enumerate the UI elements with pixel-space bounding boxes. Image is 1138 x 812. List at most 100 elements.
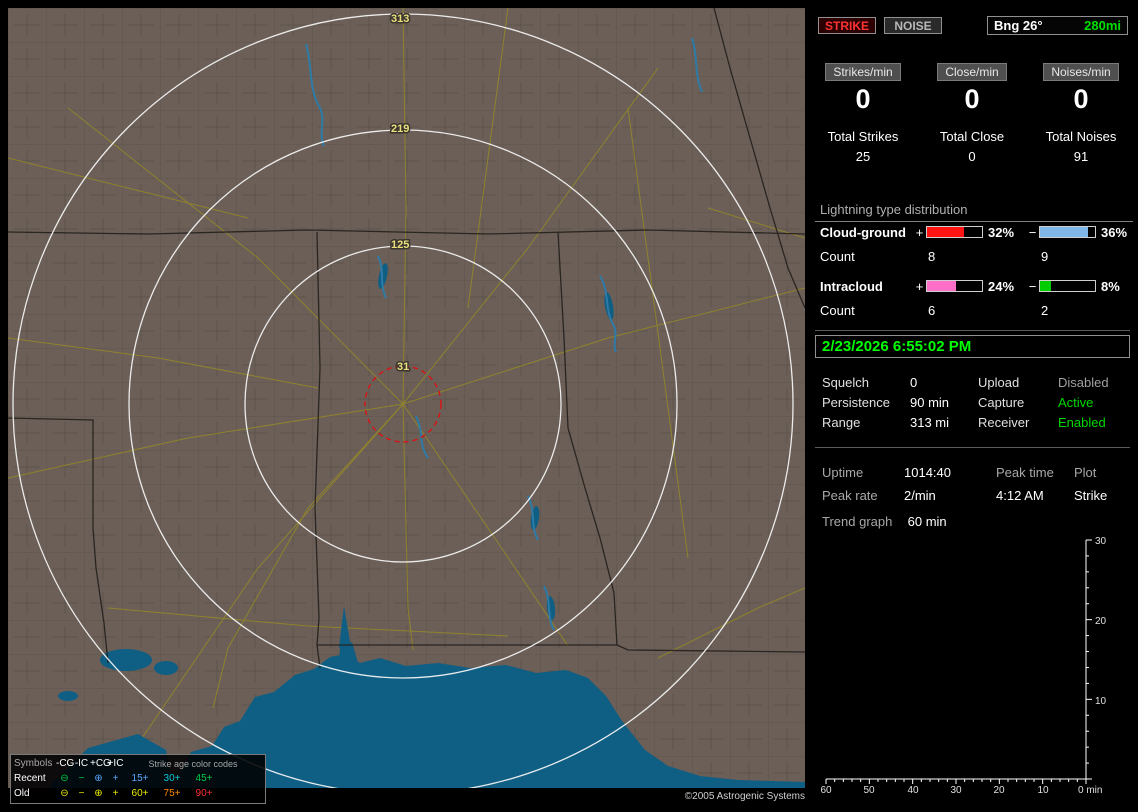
separator <box>815 447 1130 448</box>
total-noises-value: 91 <box>1073 149 1089 164</box>
capture-status: Active <box>1058 394 1094 410</box>
range-label: Range <box>822 414 861 430</box>
cg-minus-count: 9 <box>1041 248 1049 264</box>
bearing-range-display: Bng 26° 280mi <box>987 16 1128 35</box>
trend-graph-label: Trend graph <box>822 514 893 529</box>
legend-old-row: Old ⊖ − ⊕ + 60+ 75+ 90+ <box>14 786 262 801</box>
peak-time-value: 4:12 AM <box>996 488 1044 503</box>
y-tick-20: 20 <box>1095 616 1107 627</box>
receiver-label: Receiver <box>978 414 1030 430</box>
noise-toggle-button[interactable]: NOISE <box>884 17 942 34</box>
cg-plus-bar <box>926 226 983 238</box>
plus-sign: + <box>915 224 924 240</box>
minus-sign: − <box>1028 224 1037 240</box>
map-area[interactable]: 313 219 125 31 <box>8 8 805 788</box>
uptime-label: Uptime <box>822 465 864 480</box>
total-close-label: Total Close <box>939 129 1005 144</box>
cg-plus-count: 8 <box>928 248 936 264</box>
plus-sign: + <box>915 278 924 294</box>
stats-table: Uptime 1014:40 Peak time Plot Peak rate … <box>822 461 1127 507</box>
minus-sign: − <box>1028 278 1037 294</box>
trend-graph-chart: 30 20 10 60 50 40 30 20 10 0 min <box>820 536 1107 796</box>
trend-graph-value: 60 min <box>907 514 947 529</box>
intracloud-label: Intracloud <box>820 278 883 294</box>
neg-cg-old-icon: ⊖ <box>60 788 69 799</box>
noises-column: Noises/min 0 Total Noises 91 <box>1038 63 1124 164</box>
copyright-text: ©2005 Astrogenic Systems <box>684 791 805 802</box>
pos-ic-old-icon: + <box>112 788 119 799</box>
pos-cg-old-icon: ⊕ <box>94 788 103 799</box>
x-tick-40: 40 <box>907 785 919 796</box>
y-tick-30: 30 <box>1095 536 1107 547</box>
close-column: Close/min 0 Total Close 0 <box>929 63 1015 164</box>
ring-label-31: 31 <box>397 361 409 373</box>
ic-plus-bar <box>926 280 983 292</box>
squelch-value: 0 <box>910 374 918 390</box>
pos-ic-recent-icon: + <box>112 773 119 784</box>
age-45: 45+ <box>195 773 213 784</box>
intracloud-count-row: Count 6 2 <box>820 302 1128 318</box>
legend-age-header: Strike age color codes <box>148 758 238 769</box>
peak-rate-label: Peak rate <box>822 488 878 503</box>
upload-label: Upload <box>978 374 1020 390</box>
neg-ic-recent-icon: − <box>78 773 85 784</box>
ring-label-125: 125 <box>391 239 409 251</box>
x-tick-10: 10 <box>1037 785 1049 796</box>
cg-minus-pct: 36% <box>1101 224 1128 240</box>
separator <box>815 330 1130 331</box>
capture-label: Capture <box>978 394 1025 410</box>
squelch-label: Squelch <box>822 374 869 390</box>
legend-recent-row: Recent ⊖ − ⊕ + 15+ 30+ 45+ <box>14 771 262 786</box>
neg-cg-recent-icon: ⊖ <box>60 773 69 784</box>
plot-value: Strike <box>1074 488 1108 503</box>
uptime-value: 1014:40 <box>904 465 951 480</box>
cloud-ground-row: Cloud-ground + 32% − 36% <box>820 224 1128 240</box>
distribution-title: Lightning type distribution <box>815 202 1133 222</box>
x-tick-30: 30 <box>950 785 962 796</box>
receiver-status: Enabled <box>1058 414 1106 430</box>
y-tick-10: 10 <box>1095 696 1107 707</box>
pos-cg-recent-icon: ⊕ <box>94 773 103 784</box>
map-svg: 313 219 125 31 <box>8 8 805 788</box>
x-tick-60: 60 <box>820 785 832 796</box>
noises-per-min-value: 0 <box>1073 84 1089 114</box>
noises-per-min-button[interactable]: Noises/min <box>1043 63 1119 81</box>
strikes-per-min-value: 0 <box>855 84 871 114</box>
clock-display: 2/23/2026 6:55:02 PM <box>815 335 1130 358</box>
age-60: 60+ <box>131 788 149 799</box>
ic-minus-bar <box>1039 280 1096 292</box>
upload-status: Disabled <box>1058 374 1109 390</box>
x-tick-50: 50 <box>863 785 875 796</box>
legend-recent-label: Recent <box>14 773 46 784</box>
close-per-min-button[interactable]: Close/min <box>937 63 1007 81</box>
legend-old-label: Old <box>14 788 30 799</box>
ic-minus-pct: 8% <box>1101 278 1120 294</box>
ic-plus-pct: 24% <box>988 278 1015 294</box>
legend-col-neg-cg: -CG <box>56 758 75 769</box>
bearing-label: Bng 26° <box>994 18 1043 33</box>
age-15: 15+ <box>131 773 149 784</box>
age-90: 90+ <box>195 788 213 799</box>
trend-graph-row: Trend graph 60 min <box>822 514 947 529</box>
neg-ic-old-icon: − <box>78 788 85 799</box>
legend-header-row: Symbols -CG -IC +CG +IC Strike age color… <box>14 756 262 771</box>
strike-toggle-button[interactable]: STRIKE <box>818 17 876 34</box>
total-noises-label: Total Noises <box>1045 129 1117 144</box>
bearing-range-value: 280mi <box>1084 18 1121 33</box>
x-tick-20: 20 <box>993 785 1005 796</box>
cloud-ground-count-row: Count 8 9 <box>820 248 1128 264</box>
age-75: 75+ <box>163 788 181 799</box>
close-per-min-value: 0 <box>964 84 980 114</box>
legend-col-pos-cg: +CG <box>90 758 111 769</box>
strikes-column: Strikes/min 0 Total Strikes 25 <box>820 63 906 164</box>
ring-label-313: 313 <box>391 13 409 25</box>
legend-symbols-header: Symbols <box>14 758 53 769</box>
count-label: Count <box>820 248 855 264</box>
status-panel: STRIKE NOISE Bng 26° 280mi Strikes/min 0… <box>815 8 1133 804</box>
strikes-per-min-button[interactable]: Strikes/min <box>825 63 901 81</box>
age-30: 30+ <box>163 773 181 784</box>
intracloud-row: Intracloud + 24% − 8% <box>820 278 1128 294</box>
ic-plus-count: 6 <box>928 302 936 318</box>
ic-minus-count: 2 <box>1041 302 1049 318</box>
cloud-ground-label: Cloud-ground <box>820 224 906 240</box>
